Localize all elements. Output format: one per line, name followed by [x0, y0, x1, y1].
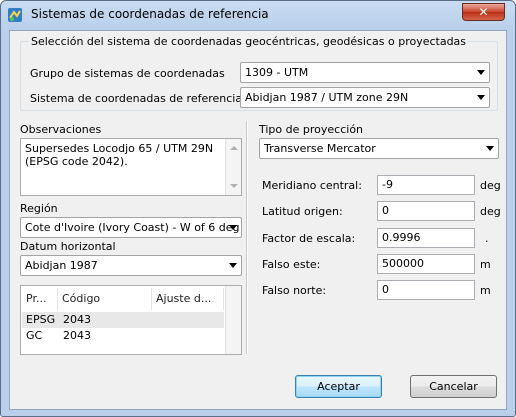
selection-group-legend: Selección del sistema de coordenadas geo…: [29, 35, 469, 48]
selection-group: Selección del sistema de coordenadas geo…: [20, 35, 498, 111]
param-unit-false-northing: m: [480, 284, 491, 297]
reference-system-value: Abidjan 1987 / UTM zone 29N: [245, 91, 409, 104]
projection-type-value: Transverse Mercator: [264, 142, 376, 155]
projection-type-dropdown[interactable]: Transverse Mercator: [259, 138, 499, 159]
dialog-client-area: Selección del sistema de coordenadas geo…: [9, 30, 507, 410]
projection-type-label: Tipo de proyección: [259, 123, 364, 136]
scroll-up-icon[interactable]: [230, 146, 238, 150]
group-label: Grupo de sistemas de coordenadas: [30, 67, 225, 80]
false-northing-field[interactable]: 0: [377, 280, 475, 300]
region-dropdown[interactable]: Cote d'Ivoire (Ivory Coast) - W of 6 deg…: [20, 217, 242, 238]
param-label-false-easting: Falso este:: [262, 258, 321, 271]
param-label-origin-latitude: Latitud origen:: [262, 205, 343, 218]
chevron-down-icon: [477, 70, 485, 75]
accept-button[interactable]: Aceptar: [295, 375, 382, 398]
codes-table-scrollbar[interactable]: [225, 286, 241, 354]
title-bar[interactable]: Sistemas de coordenadas de referencia ✕: [1, 1, 515, 29]
scroll-down-icon[interactable]: [230, 184, 238, 188]
coordinate-group-dropdown[interactable]: 1309 - UTM: [240, 62, 490, 83]
window-title: Sistemas de coordenadas de referencia: [31, 7, 269, 21]
param-unit-false-easting: m: [480, 258, 491, 271]
origin-latitude-field[interactable]: 0: [377, 201, 475, 221]
region-value: Cote d'Ivoire (Ivory Coast) - W of 6 deg…: [25, 221, 241, 234]
scale-factor-field[interactable]: 0.9996: [377, 228, 475, 248]
column-header-code[interactable]: Código: [58, 288, 152, 310]
datum-dropdown[interactable]: Abidjan 1987: [20, 255, 242, 276]
close-icon: ✕: [478, 5, 489, 19]
cell-code: 2043: [63, 329, 91, 342]
reference-system-dropdown[interactable]: Abidjan 1987 / UTM zone 29N: [240, 87, 490, 108]
app-icon: [8, 8, 22, 22]
table-row[interactable]: GC 2043: [22, 328, 224, 344]
cell-code: 2043: [63, 313, 91, 326]
chevron-down-icon: [229, 225, 237, 230]
dialog-window: Sistemas de coordenadas de referencia ✕ …: [0, 0, 516, 417]
central-meridian-field[interactable]: -9: [377, 175, 475, 195]
cell-provider: GC: [26, 329, 43, 342]
param-label-central-meridian: Meridiano central:: [262, 179, 362, 192]
false-easting-field[interactable]: 500000: [377, 254, 475, 274]
param-unit-scale-factor: .: [485, 232, 489, 245]
observations-text: Supersedes Locodjo 65 / UTM 29N (EPSG co…: [25, 142, 214, 168]
chevron-down-icon: [477, 95, 485, 100]
table-row[interactable]: EPSG 2043: [22, 312, 224, 328]
column-divider: [246, 121, 248, 354]
param-unit-central-meridian: deg: [480, 179, 501, 192]
chevron-down-icon: [486, 146, 494, 151]
column-header-adjustment[interactable]: Ajuste d...: [152, 288, 224, 310]
observations-label: Observaciones: [20, 123, 102, 136]
datum-value: Abidjan 1987: [25, 259, 98, 272]
cell-provider: EPSG: [26, 313, 56, 326]
param-label-scale-factor: Factor de escala:: [262, 232, 356, 245]
observations-scrollbar[interactable]: [225, 139, 241, 195]
observations-textarea[interactable]: Supersedes Locodjo 65 / UTM 29N (EPSG co…: [20, 138, 242, 196]
close-button[interactable]: ✕: [462, 3, 505, 21]
system-label: Sistema de coordenadas de referencia: [30, 92, 243, 105]
codes-table: Pr... Código Ajuste d... EPSG 2043 GC 20…: [20, 285, 242, 355]
datum-label: Datum horizontal: [20, 240, 116, 253]
param-label-false-northing: Falso norte:: [262, 284, 327, 297]
coordinate-group-value: 1309 - UTM: [245, 66, 309, 79]
column-header-provider[interactable]: Pr...: [22, 288, 58, 310]
cancel-button[interactable]: Cancelar: [410, 375, 497, 398]
chevron-down-icon: [229, 263, 237, 268]
region-label: Región: [20, 202, 58, 215]
param-unit-origin-latitude: deg: [480, 205, 501, 218]
